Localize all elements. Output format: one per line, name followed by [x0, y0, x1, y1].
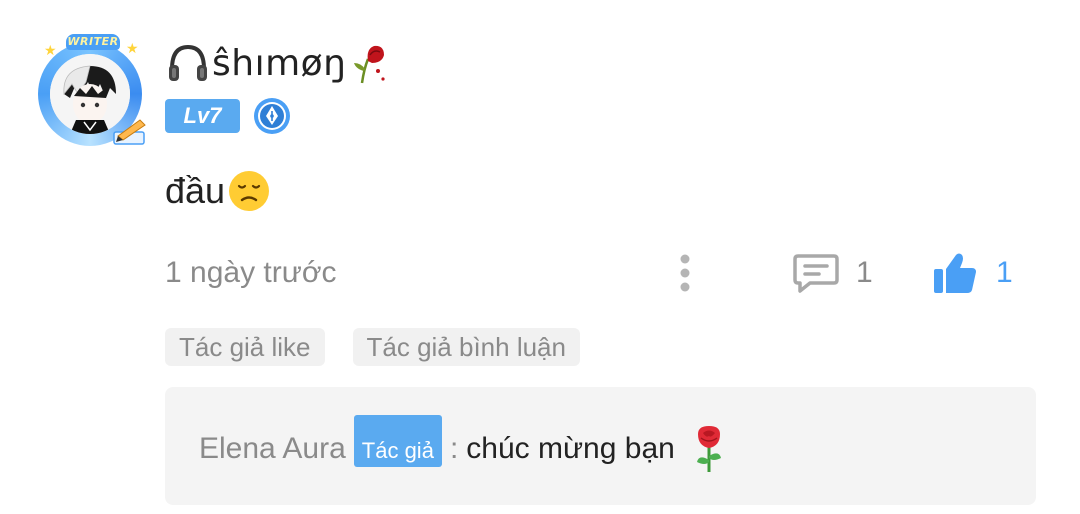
avatar[interactable]: WRITER ★ ★: [34, 34, 152, 146]
headphones-icon: [169, 44, 207, 81]
rose-emoji: [696, 426, 721, 472]
writer-frame-label: WRITER: [66, 34, 120, 50]
pen-medal-icon: [254, 98, 290, 134]
star-icon: ★: [126, 41, 139, 57]
reply-button[interactable]: 1: [792, 250, 873, 296]
reply-separator: :: [449, 432, 459, 465]
reply-preview[interactable]: Elena Aura Tác giả : chúc mừng bạn: [165, 387, 1036, 505]
comment-body: đầu: [165, 170, 226, 211]
like-count: 1: [996, 256, 1013, 289]
pen-icon: [113, 119, 146, 145]
level-badge: Lv7: [165, 99, 240, 133]
tag-author-liked: Tác giả like: [165, 328, 325, 366]
reply-line: Elena Aura Tác giả : chúc mừng bạn: [199, 415, 729, 477]
tag-author-replied: Tác giả bình luận: [352, 328, 580, 366]
more-vertical-icon[interactable]: [672, 252, 698, 294]
username[interactable]: ŝhımøŋ: [166, 38, 392, 88]
sad-face-emoji: [229, 171, 270, 211]
reply-text: chúc mừng bạn: [466, 432, 675, 465]
reply-count: 1: [856, 256, 873, 289]
author-tags: Tác giả like Tác giả bình luận: [165, 328, 580, 366]
comment-item: WRITER ★ ★ ŝhımøŋ Lv7 đầu 1 ngày trước 1…: [0, 0, 1080, 514]
thumbs-up-icon: [934, 253, 976, 293]
reply-author[interactable]: Elena Aura: [199, 432, 346, 466]
wilted-rose-icon: [354, 45, 386, 84]
comment-icon: [793, 254, 839, 293]
like-button[interactable]: 1: [932, 248, 1013, 298]
comment-text: đầu: [165, 168, 271, 214]
star-icon: ★: [44, 43, 57, 59]
timestamp: 1 ngày trước: [165, 256, 337, 289]
author-badge: Tác giả: [353, 415, 442, 467]
username-text: ŝhımøŋ: [212, 42, 347, 84]
